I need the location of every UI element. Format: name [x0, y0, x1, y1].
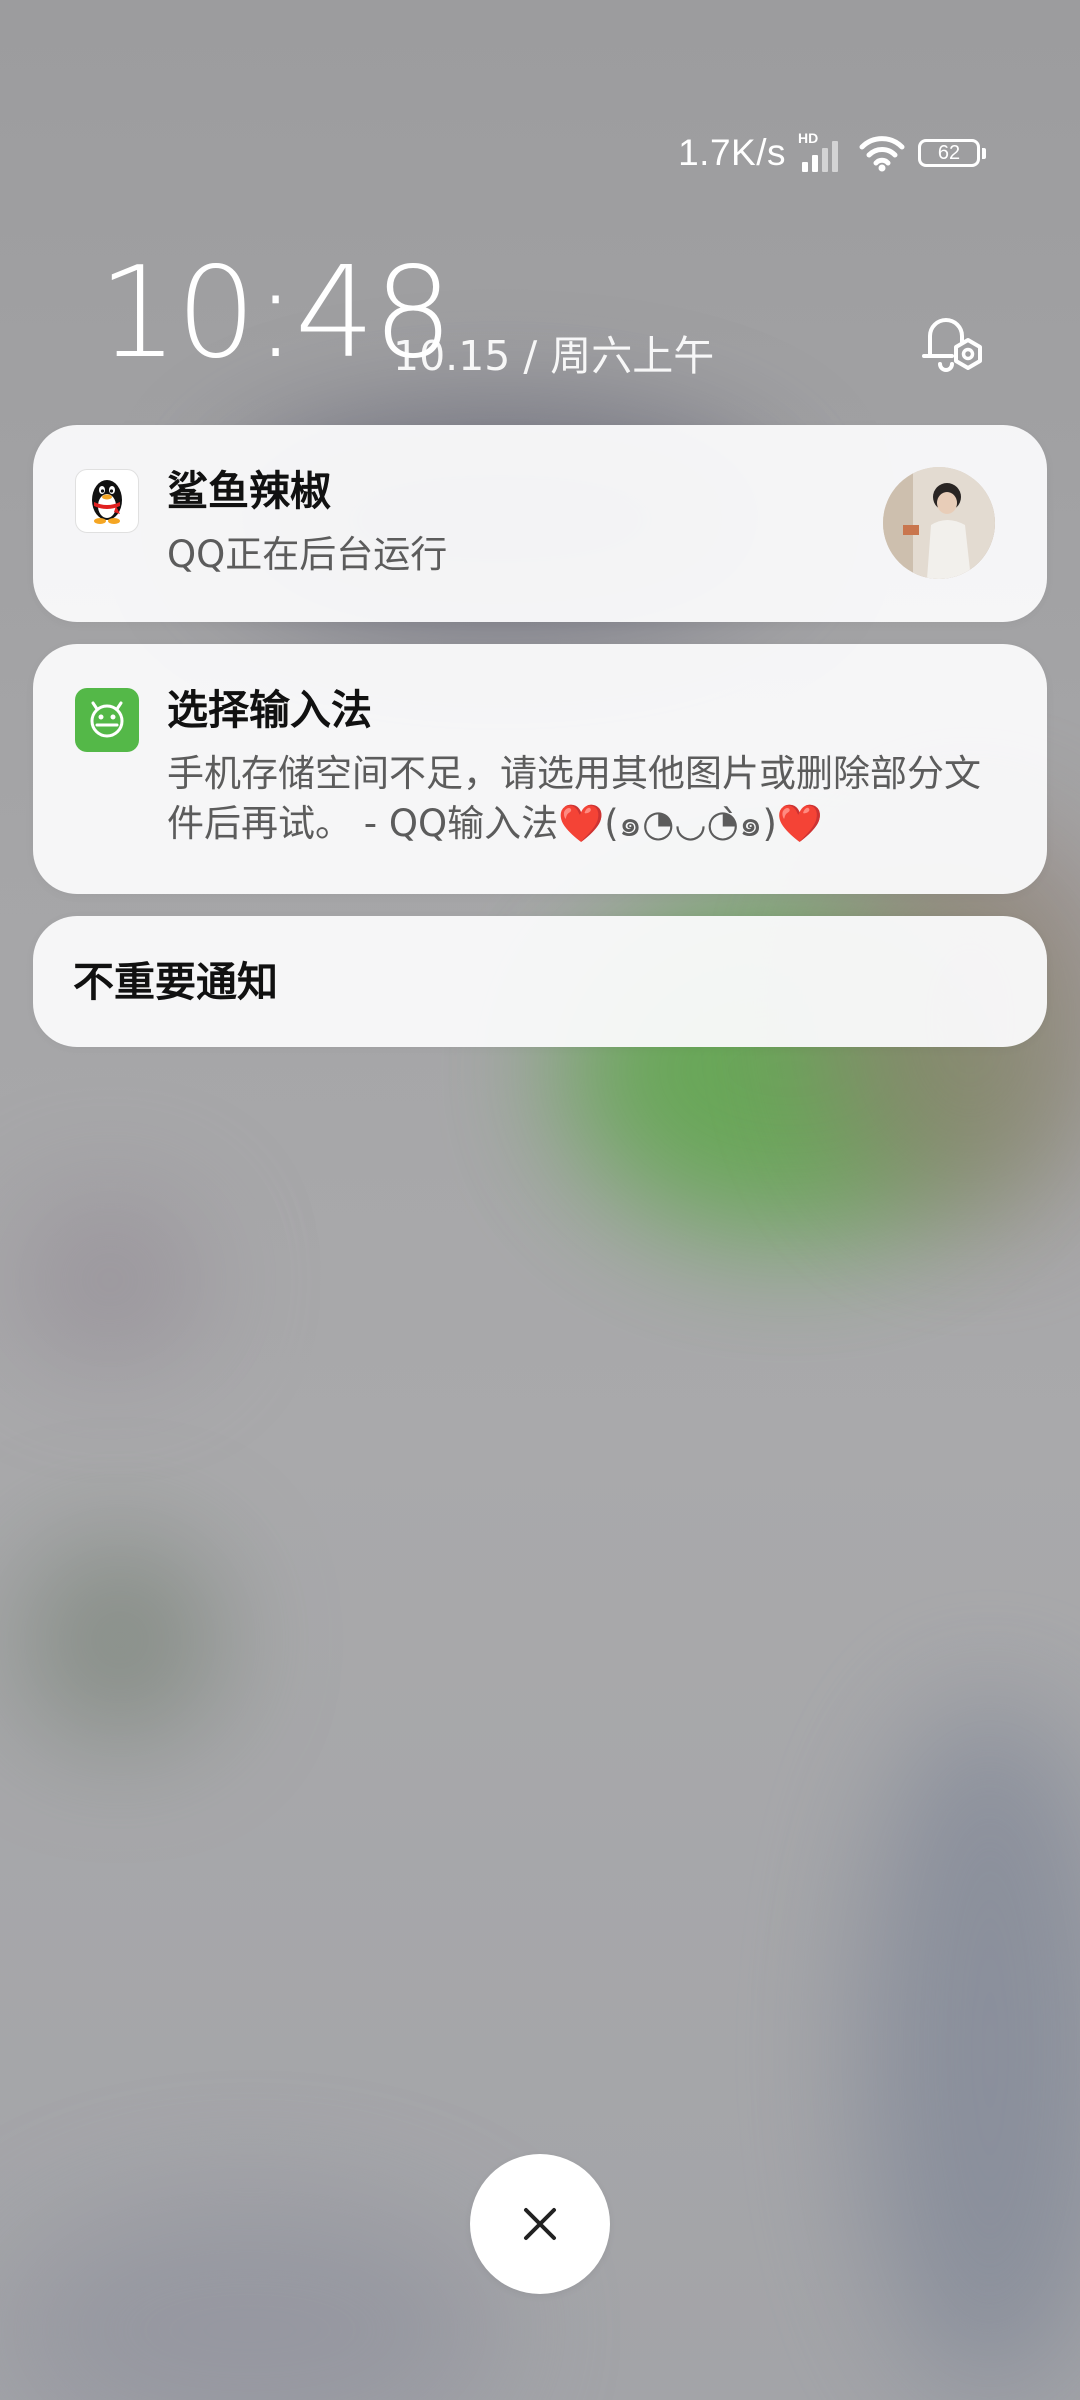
notification-body: QQ正在后台运行 [167, 533, 448, 576]
network-speed: 1.7K/s [678, 132, 786, 173]
notification-title: 选择输入法 [167, 686, 372, 734]
minor-notifications-entry[interactable]: 不重要通知 [33, 916, 1047, 1047]
cellular-signal-icon: HD [798, 130, 846, 176]
android-robot-icon [75, 688, 139, 752]
wifi-icon [859, 136, 905, 172]
notification-settings-icon[interactable] [918, 308, 988, 374]
qq-penguin-icon [75, 469, 139, 533]
status-bar: 1.7K/s HD 62 [678, 130, 986, 176]
notification-card-qq[interactable]: 鲨鱼辣椒 QQ正在后台运行 [33, 425, 1047, 622]
minor-notifications-label: 不重要通知 [73, 958, 278, 1006]
close-icon [524, 2208, 556, 2240]
lock-screen-date: 10.15 / 周六上午 [393, 332, 715, 380]
battery-level: 62 [937, 142, 961, 164]
clear-notifications-button[interactable] [470, 2154, 610, 2294]
notification-title: 鲨鱼辣椒 [167, 467, 331, 515]
battery-icon: 62 [918, 139, 986, 167]
notification-body: 手机存储空间不足，请选用其他图片或删除部分文件后再试。 - QQ输入法❤️(๑◔… [167, 752, 981, 845]
notification-card-input-method[interactable]: 选择输入法 手机存储空间不足，请选用其他图片或删除部分文件后再试。 - QQ输入… [33, 644, 1047, 894]
sender-avatar [883, 467, 995, 579]
